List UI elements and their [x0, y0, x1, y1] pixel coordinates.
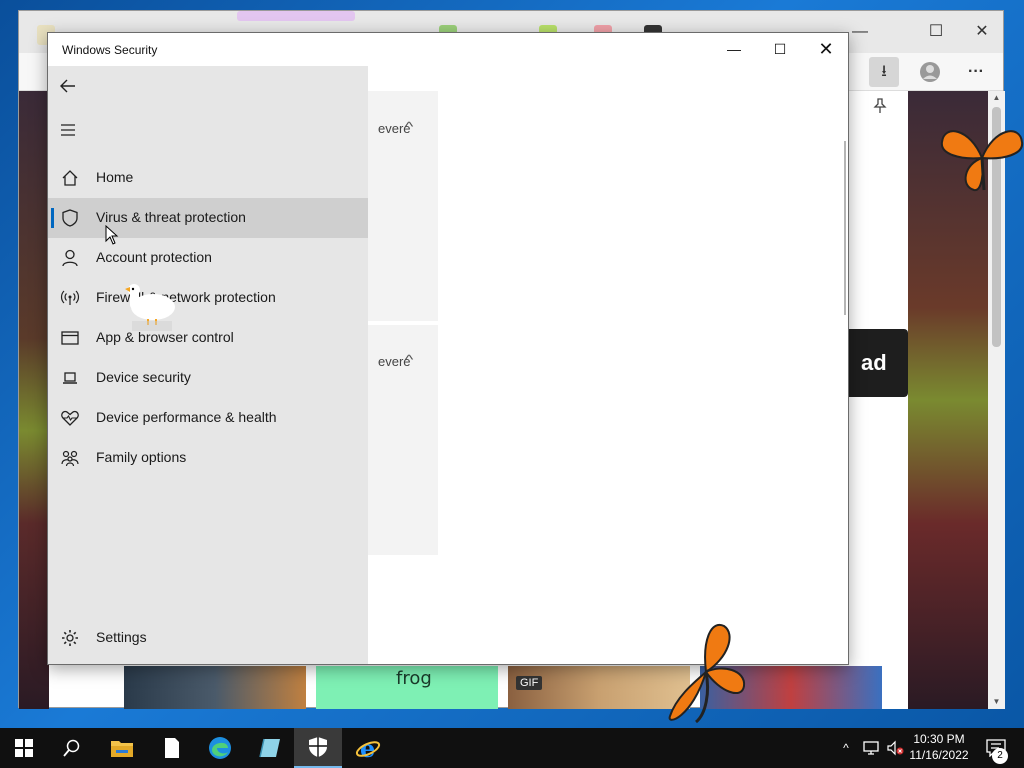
scroll-up-arrow[interactable]: ▲	[988, 91, 1005, 105]
thumbnail-image[interactable]	[124, 666, 306, 709]
nav-item-firewall-network-protection[interactable]: Firewall & network protection	[48, 278, 368, 318]
browser-maximize-button[interactable]: ☐	[921, 21, 951, 43]
home-icon	[62, 170, 78, 186]
antenna-icon	[60, 290, 80, 305]
file-explorer-icon	[111, 741, 133, 757]
browser-close-button[interactable]: ✕	[967, 21, 997, 43]
chevron-up-icon[interactable]: ^	[405, 352, 414, 367]
profile-avatar-icon[interactable]	[915, 57, 945, 87]
nav-label: Device performance & health	[96, 409, 277, 425]
windows-security-icon	[309, 737, 327, 757]
title-bar[interactable]: Windows Security — ☐ ✕	[48, 33, 848, 66]
scroll-down-arrow[interactable]: ▼	[988, 695, 1005, 709]
butterfly-icon	[668, 623, 746, 724]
chevron-up-icon[interactable]: ^	[405, 119, 414, 134]
window-title: Windows Security	[62, 43, 158, 57]
nav-item-virus-threat-protection[interactable]: Virus & threat protection	[48, 198, 368, 238]
minimize-button[interactable]: —	[711, 33, 757, 66]
more-options-icon[interactable]: ···	[961, 57, 991, 87]
clock-date: 11/16/2022	[909, 748, 969, 762]
tab-highlight[interactable]	[237, 11, 355, 21]
start-icon	[15, 739, 33, 757]
back-arrow-icon[interactable]	[56, 74, 80, 98]
browser-minimize-button[interactable]: —	[845, 21, 875, 43]
nav-item-account-protection[interactable]: Account protection	[48, 238, 368, 278]
app-icon	[259, 738, 280, 758]
download-button[interactable]: ad	[849, 329, 908, 397]
start-button[interactable]	[0, 728, 48, 768]
close-button[interactable]: ✕	[803, 33, 849, 66]
maximize-button[interactable]: ☐	[757, 33, 803, 66]
person-icon	[62, 249, 78, 267]
internet-explorer-icon: e	[355, 736, 381, 760]
taskbar: e ^ 10:30 PM 11/16/2022 2	[0, 728, 1024, 768]
nav-item-family-options[interactable]: Family options	[48, 438, 368, 478]
nav-item-settings[interactable]: Settings	[48, 618, 368, 658]
heart-pulse-icon	[61, 410, 79, 426]
network-icon[interactable]	[858, 728, 884, 768]
nav-item-home[interactable]: Home	[48, 158, 368, 198]
thumbnail-strip: frog GIF	[101, 666, 882, 709]
windows-security-window: Windows Security — ☐ ✕ evere ^ evere ^ H…	[47, 32, 849, 665]
page-background-image	[19, 91, 49, 709]
nav-label: Family options	[96, 449, 187, 465]
navigation-pane: Home Virus & threat protection Account p…	[48, 66, 368, 664]
page-content-area	[849, 91, 909, 709]
laptop-icon	[63, 372, 77, 384]
content-scrollbar[interactable]	[844, 141, 846, 315]
taskbar-app[interactable]	[246, 728, 294, 768]
butterfly-icon	[940, 130, 1024, 192]
clock-time: 10:30 PM	[913, 732, 965, 746]
taskbar-notepad[interactable]	[148, 728, 196, 768]
taskbar-windows-security[interactable]	[294, 728, 342, 768]
notepad-icon	[165, 738, 179, 758]
nav-label: Device security	[96, 369, 191, 385]
family-icon	[61, 450, 79, 467]
nav-label: Home	[96, 169, 134, 185]
taskbar-file-explorer[interactable]	[98, 728, 146, 768]
nav-label: Account protection	[96, 249, 212, 265]
system-clock[interactable]: 10:30 PM 11/16/2022	[900, 731, 978, 763]
thumbnail-image[interactable]: frog	[316, 666, 498, 709]
browser-window-icon	[61, 331, 79, 345]
desktop-goose-icon	[125, 284, 175, 331]
nav-item-app-browser-control[interactable]: App & browser control	[48, 318, 368, 358]
edge-icon	[209, 737, 231, 759]
selection-indicator	[51, 208, 54, 228]
mouse-cursor-icon	[105, 225, 119, 245]
taskbar-edge[interactable]	[196, 728, 244, 768]
gear-icon	[62, 630, 78, 646]
frog-text: frog	[396, 668, 432, 689]
search-button[interactable]	[48, 728, 96, 768]
download-icon[interactable]: ⭳	[869, 57, 899, 87]
search-icon	[63, 739, 80, 757]
nav-item-device-performance-health[interactable]: Device performance & health	[48, 398, 368, 438]
notification-count-badge: 2	[992, 748, 1008, 764]
shield-icon	[62, 209, 78, 227]
tray-chevron-up-icon[interactable]: ^	[836, 728, 856, 768]
nav-label: Virus & threat protection	[96, 209, 246, 225]
gif-badge: GIF	[516, 676, 543, 690]
taskbar-internet-explorer[interactable]: e	[344, 728, 392, 768]
hamburger-menu-icon[interactable]	[56, 118, 80, 142]
pin-icon[interactable]	[865, 95, 895, 125]
nav-label: Settings	[96, 629, 147, 645]
nav-item-device-security[interactable]: Device security	[48, 358, 368, 398]
